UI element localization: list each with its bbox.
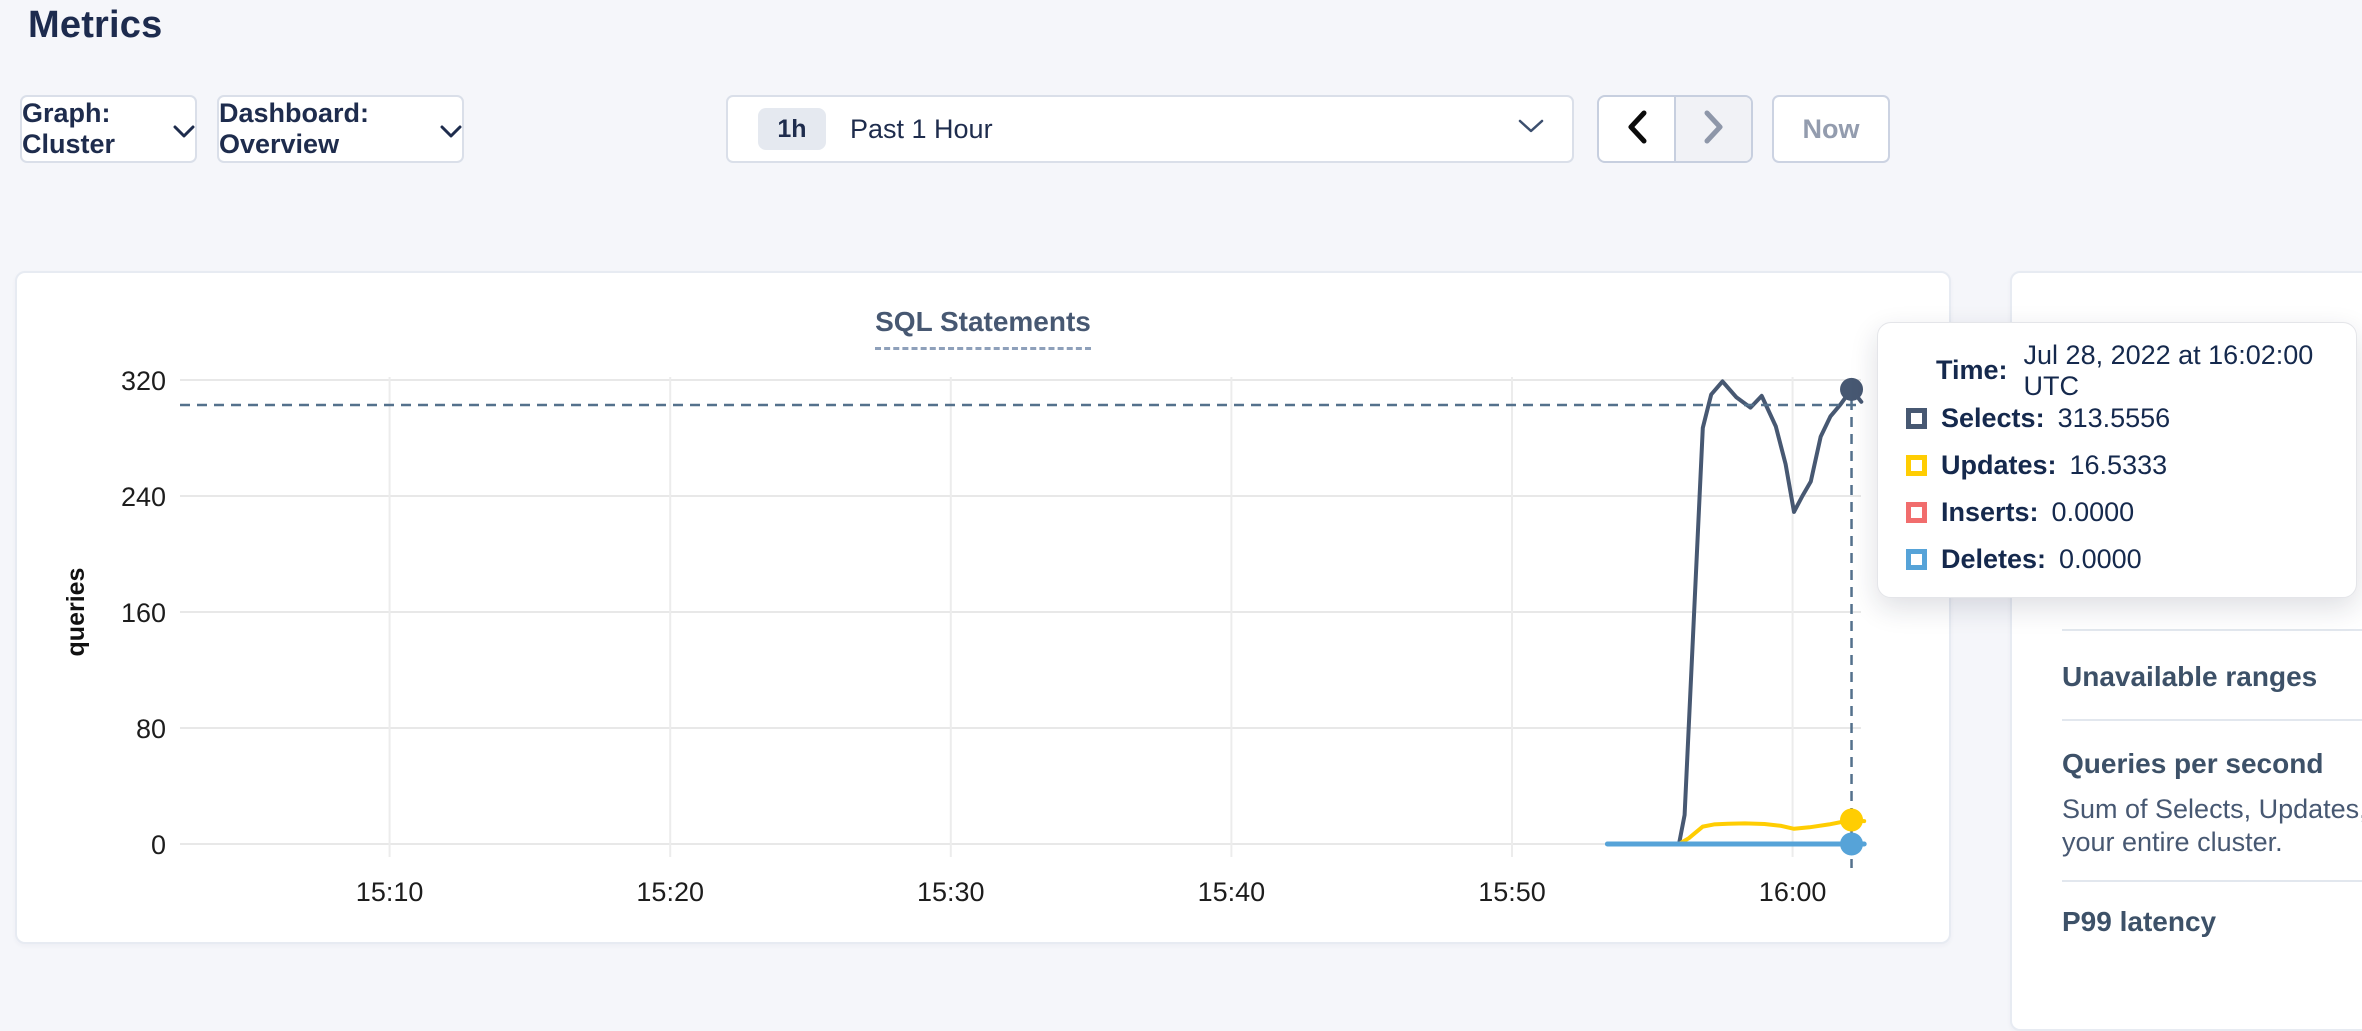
time-range-label: Past 1 Hour bbox=[850, 114, 993, 145]
metrics-chart-card bbox=[15, 271, 1951, 944]
tooltip-updates-value: 16.5333 bbox=[2070, 450, 2168, 481]
dashboard-label: Dashboard: Overview bbox=[219, 98, 422, 160]
chevron-down-icon bbox=[1518, 119, 1544, 139]
sidebar-divider bbox=[2062, 719, 2362, 721]
deletes-legend-swatch-icon bbox=[1906, 549, 1927, 570]
tooltip-time-label: Time: bbox=[1936, 355, 2008, 386]
chevron-down-icon bbox=[440, 114, 462, 145]
updates-legend-swatch-icon bbox=[1906, 455, 1927, 476]
sidebar-qps-description-line2: your entire cluster. bbox=[2062, 827, 2283, 858]
time-range-selector[interactable]: 1h Past 1 Hour bbox=[726, 95, 1574, 163]
graph-scope-label: Graph: Cluster bbox=[22, 98, 155, 160]
tooltip-inserts-label: Inserts: bbox=[1941, 497, 2039, 528]
chevron-down-icon bbox=[173, 114, 195, 145]
tooltip-selects-label: Selects: bbox=[1941, 403, 2045, 434]
tooltip-deletes-value: 0.0000 bbox=[2059, 544, 2142, 575]
tooltip-selects-value: 313.5556 bbox=[2058, 403, 2171, 434]
chevron-right-icon bbox=[1703, 110, 1725, 149]
graph-scope-dropdown[interactable]: Graph: Cluster bbox=[20, 95, 197, 163]
tooltip-row-deletes: Deletes: 0.0000 bbox=[1906, 544, 2328, 574]
tooltip-time-value: Jul 28, 2022 at 16:02:00 UTC bbox=[2024, 340, 2328, 402]
chart-title-wrap: SQL Statements bbox=[15, 306, 1951, 350]
now-button[interactable]: Now bbox=[1772, 95, 1890, 163]
prev-time-button[interactable] bbox=[1599, 97, 1674, 161]
page-title: Metrics bbox=[28, 4, 162, 47]
tooltip-time-row: Time: Jul 28, 2022 at 16:02:00 UTC bbox=[1936, 355, 2328, 386]
tooltip-row-selects: Selects: 313.5556 bbox=[1906, 403, 2328, 433]
selects-legend-swatch-icon bbox=[1906, 408, 1927, 429]
tooltip-row-inserts: Inserts: 0.0000 bbox=[1906, 497, 2328, 527]
dashboard-dropdown[interactable]: Dashboard: Overview bbox=[217, 95, 464, 163]
chevron-left-icon bbox=[1626, 110, 1648, 149]
chart-hover-tooltip: Time: Jul 28, 2022 at 16:02:00 UTC Selec… bbox=[1877, 322, 2357, 598]
sidebar-heading-unavailable-ranges: Unavailable ranges bbox=[2062, 661, 2317, 693]
tooltip-updates-label: Updates: bbox=[1941, 450, 2057, 481]
sidebar-heading-p99-latency: P99 latency bbox=[2062, 906, 2216, 938]
sidebar-divider bbox=[2062, 880, 2362, 882]
sidebar-qps-description-line1: Sum of Selects, Updates, Inser bbox=[2062, 794, 2362, 825]
tooltip-row-updates: Updates: 16.5333 bbox=[1906, 450, 2328, 480]
time-range-badge: 1h bbox=[758, 108, 826, 150]
sidebar-heading-queries-per-second: Queries per second bbox=[2062, 748, 2323, 780]
next-time-button[interactable] bbox=[1674, 97, 1751, 161]
inserts-legend-swatch-icon bbox=[1906, 502, 1927, 523]
tooltip-deletes-label: Deletes: bbox=[1941, 544, 2046, 575]
sidebar-divider bbox=[2062, 629, 2362, 631]
time-step-buttons bbox=[1597, 95, 1753, 163]
chart-title[interactable]: SQL Statements bbox=[875, 306, 1091, 350]
tooltip-inserts-value: 0.0000 bbox=[2052, 497, 2135, 528]
